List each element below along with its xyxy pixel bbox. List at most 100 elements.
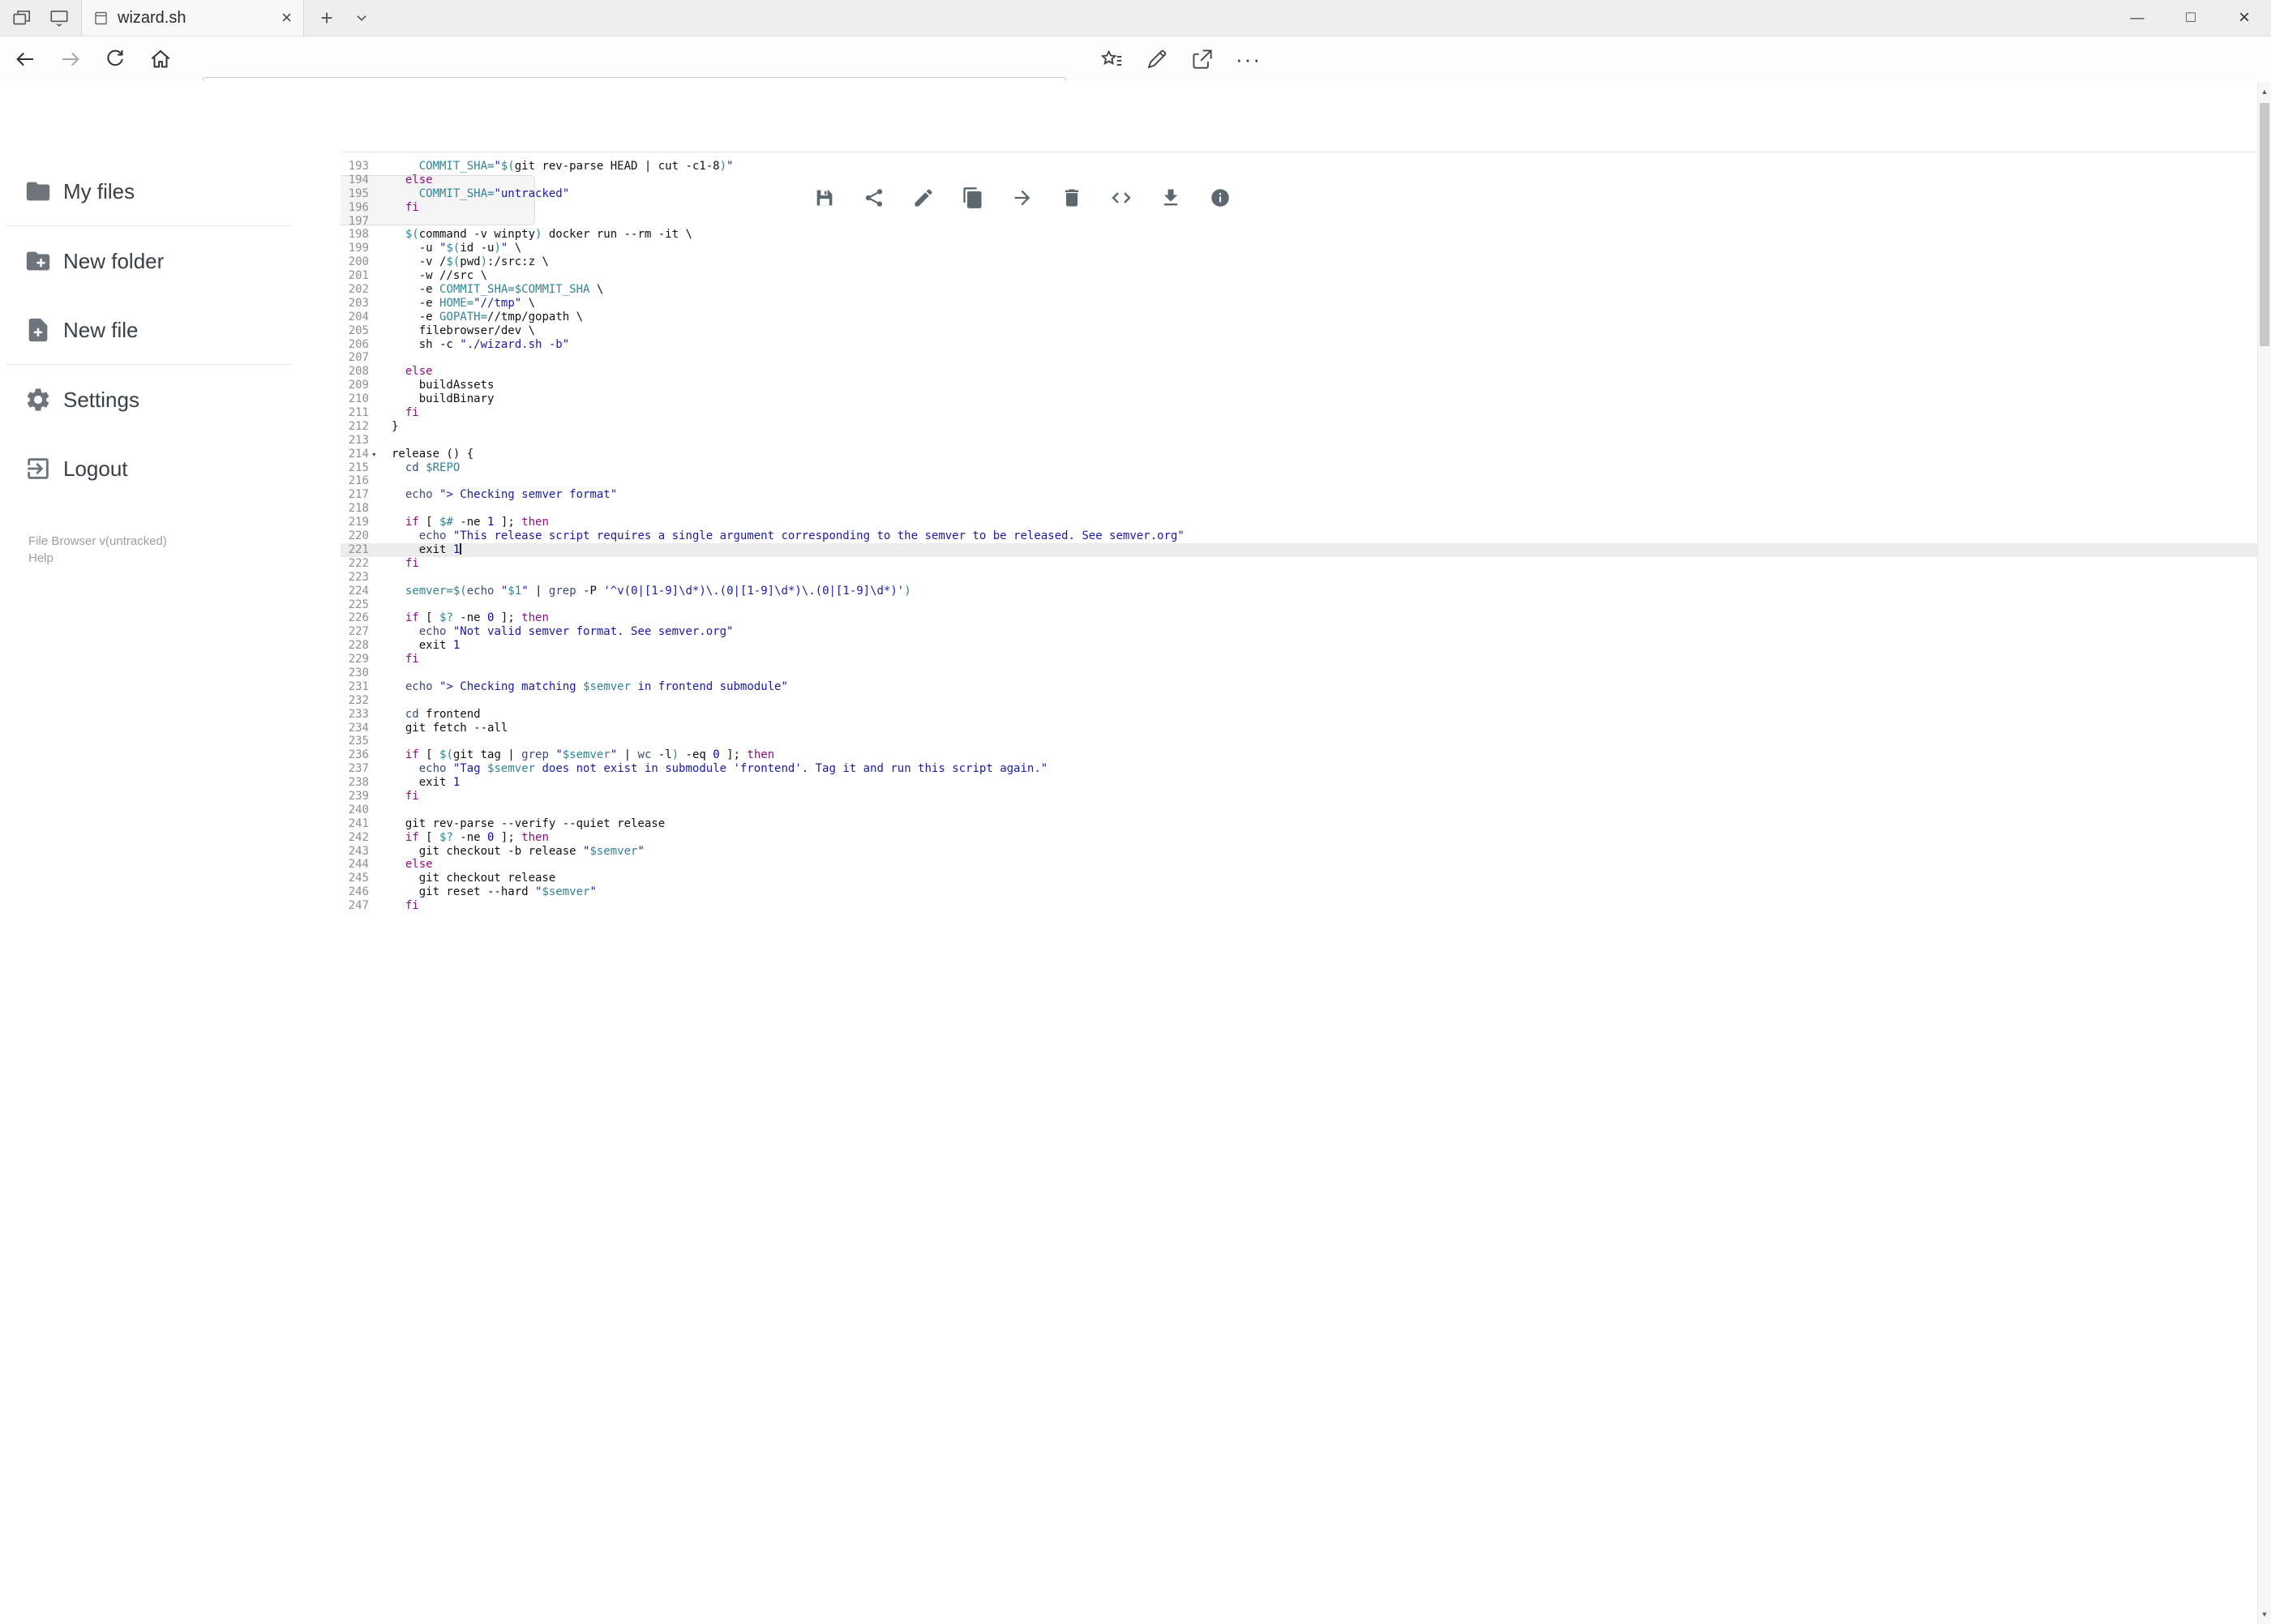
line-number: 198 xyxy=(348,228,369,242)
code-line[interactable]: 216 xyxy=(341,474,2257,488)
code-content: COMMIT_SHA="$(git rev-parse HEAD | cut -… xyxy=(418,160,734,173)
code-line[interactable]: 232 xyxy=(341,694,2257,708)
code-line[interactable]: 226 if [ $? -ne 0 ]; then xyxy=(341,611,2257,625)
code-line[interactable]: 225 xyxy=(341,598,2257,612)
code-line[interactable]: 238 exit 1 xyxy=(341,776,2257,790)
sidebar-item-new-folder[interactable]: New folder xyxy=(0,227,308,295)
back-button[interactable] xyxy=(13,47,37,71)
sidebar-item-settings[interactable]: Settings xyxy=(0,366,308,434)
code-line[interactable]: 227 echo "Not valid semver format. See s… xyxy=(341,625,2257,639)
line-number: 237 xyxy=(348,762,369,776)
line-number: 233 xyxy=(348,707,369,721)
new-file-icon xyxy=(24,316,52,344)
code-line[interactable]: 235 xyxy=(341,735,2257,748)
code-line[interactable]: 193 COMMIT_SHA="$(git rev-parse HEAD | c… xyxy=(341,160,2257,174)
line-number: 213 xyxy=(348,433,369,447)
code-line[interactable]: 229 fi xyxy=(341,653,2257,666)
line-number: 231 xyxy=(348,679,369,693)
code-line[interactable]: 206 sh -c "./wizard.sh -b" xyxy=(341,338,2257,352)
refresh-button[interactable] xyxy=(103,47,127,71)
help-link[interactable]: Help xyxy=(28,551,167,567)
code-line[interactable]: 221 exit 1 xyxy=(341,542,2257,557)
code-line[interactable]: 217 echo "> Checking semver format" xyxy=(341,488,2257,502)
code-line[interactable]: 218 xyxy=(341,502,2257,516)
code-line[interactable]: 219 if [ $# -ne 1 ]; then xyxy=(341,516,2257,529)
code-line[interactable]: 240 xyxy=(341,803,2257,817)
code-line[interactable]: 241 git rev-parse --verify --quiet relea… xyxy=(341,817,2257,831)
code-line[interactable]: 195 COMMIT_SHA="untracked" xyxy=(341,187,2257,201)
code-line[interactable]: 224 semver=$(echo "$1" | grep -P '^v(0|[… xyxy=(341,585,2257,598)
code-line[interactable]: 243 git checkout -b release "$semver" xyxy=(341,845,2257,859)
share-page-icon[interactable] xyxy=(1190,47,1215,71)
code-line[interactable]: 209 buildAssets xyxy=(341,379,2257,392)
window-close-button[interactable]: × xyxy=(2217,0,2271,36)
code-line[interactable]: 223 xyxy=(341,571,2257,585)
window-maximize-button[interactable]: □ xyxy=(2164,0,2217,36)
code-content: git fetch --all xyxy=(392,721,508,735)
code-line[interactable]: 239 fi xyxy=(341,790,2257,803)
code-line[interactable]: 237 echo "Tag $semver does not exist in … xyxy=(341,762,2257,776)
code-line[interactable]: 197 xyxy=(341,215,2257,229)
tab-close-icon[interactable]: × xyxy=(281,9,292,27)
code-line[interactable]: 245 git checkout release xyxy=(341,872,2257,885)
code-content: git checkout -b release "$semver" xyxy=(392,844,645,858)
code-line[interactable]: 231 echo "> Checking matching $semver in… xyxy=(341,680,2257,694)
code-line[interactable]: 198 $(command -v winpty) docker run --rm… xyxy=(341,228,2257,242)
sidebar-item-new-file[interactable]: New file xyxy=(0,296,308,364)
code-line[interactable]: 201 -w //src \ xyxy=(341,269,2257,283)
code-line[interactable]: 234 git fetch --all xyxy=(341,722,2257,735)
code-line[interactable]: 233 cd frontend xyxy=(341,708,2257,722)
code-content: git reset --hard "$semver" xyxy=(392,885,597,899)
code-line[interactable]: 205 filebrowser/dev \ xyxy=(341,324,2257,338)
annotate-pen-icon[interactable] xyxy=(1145,47,1169,71)
code-line[interactable]: 212} xyxy=(341,420,2257,434)
code-line[interactable]: 220 echo "This release script requires a… xyxy=(341,529,2257,543)
scrollbar-up-icon[interactable]: ▲ xyxy=(2258,84,2271,100)
sidebar-item-logout[interactable]: Logout xyxy=(0,435,308,503)
set-aside-tabs-icon[interactable] xyxy=(11,7,32,28)
code-content: COMMIT_SHA="untracked" xyxy=(418,186,570,200)
home-button[interactable] xyxy=(148,47,173,71)
code-line[interactable]: 202 -e COMMIT_SHA=$COMMIT_SHA \ xyxy=(341,283,2257,297)
app-version: File Browser v(untracked) xyxy=(28,534,167,548)
code-line[interactable]: 211 fi xyxy=(341,406,2257,420)
tabs-dropdown-icon[interactable] xyxy=(347,0,376,36)
code-line[interactable]: 244 else xyxy=(341,858,2257,872)
code-line[interactable]: 230 xyxy=(341,666,2257,680)
scrollbar-thumb[interactable] xyxy=(2260,103,2269,346)
code-line[interactable]: 199 -u "$(id -u)" \ xyxy=(341,242,2257,255)
code-content: cd frontend xyxy=(405,707,481,721)
line-number: 193 xyxy=(348,160,369,173)
code-line[interactable]: 208 else xyxy=(341,365,2257,379)
code-line[interactable]: 210 buildBinary xyxy=(341,392,2257,406)
code-line[interactable]: 203 -e HOME="//tmp" \ xyxy=(341,297,2257,311)
code-line[interactable]: 196 fi xyxy=(341,201,2257,215)
code-line[interactable]: 200 -v /$(pwd):/src:z \ xyxy=(341,255,2257,269)
browser-tab[interactable]: wizard.sh × xyxy=(81,0,304,36)
browser-more-icon[interactable]: ··· xyxy=(1236,47,1261,71)
code-line[interactable]: 246 git reset --hard "$semver" xyxy=(341,885,2257,899)
code-line[interactable]: 207 xyxy=(341,351,2257,365)
forward-button[interactable] xyxy=(58,47,83,71)
code-line[interactable]: 214 ▾ release () { xyxy=(341,448,2257,461)
scrollbar-down-icon[interactable]: ▼ xyxy=(2258,1606,2271,1622)
new-tab-button[interactable]: + xyxy=(311,0,343,36)
fold-arrow-icon[interactable]: ▾ xyxy=(371,448,377,461)
sidebar-item-my-files[interactable]: My files xyxy=(0,157,308,225)
code-line[interactable]: 247 fi xyxy=(341,899,2257,913)
sidebar-footer: File Browser v(untracked) Help xyxy=(28,533,167,567)
tab-preview-icon[interactable] xyxy=(49,7,70,28)
sidebar-item-label: New folder xyxy=(63,248,165,273)
code-line[interactable]: 228 exit 1 xyxy=(341,639,2257,653)
code-line[interactable]: 222 fi xyxy=(341,557,2257,571)
code-line[interactable]: 242 if [ $? -ne 0 ]; then xyxy=(341,831,2257,845)
code-line[interactable]: 213 xyxy=(341,434,2257,448)
code-line[interactable]: 204 -e GOPATH=//tmp/gopath \ xyxy=(341,311,2257,324)
code-line[interactable]: 215 cd $REPO xyxy=(341,461,2257,475)
window-minimize-button[interactable]: — xyxy=(2110,0,2164,36)
vertical-scrollbar[interactable]: ▲ ▼ xyxy=(2257,82,2271,1624)
code-editor[interactable]: 193 COMMIT_SHA="$(git rev-parse HEAD | c… xyxy=(341,152,2257,1624)
code-line[interactable]: 236 if [ $(git tag | grep "$semver" | wc… xyxy=(341,748,2257,762)
hub-favorites-icon[interactable] xyxy=(1100,47,1125,71)
code-line[interactable]: 194 else xyxy=(341,174,2257,187)
